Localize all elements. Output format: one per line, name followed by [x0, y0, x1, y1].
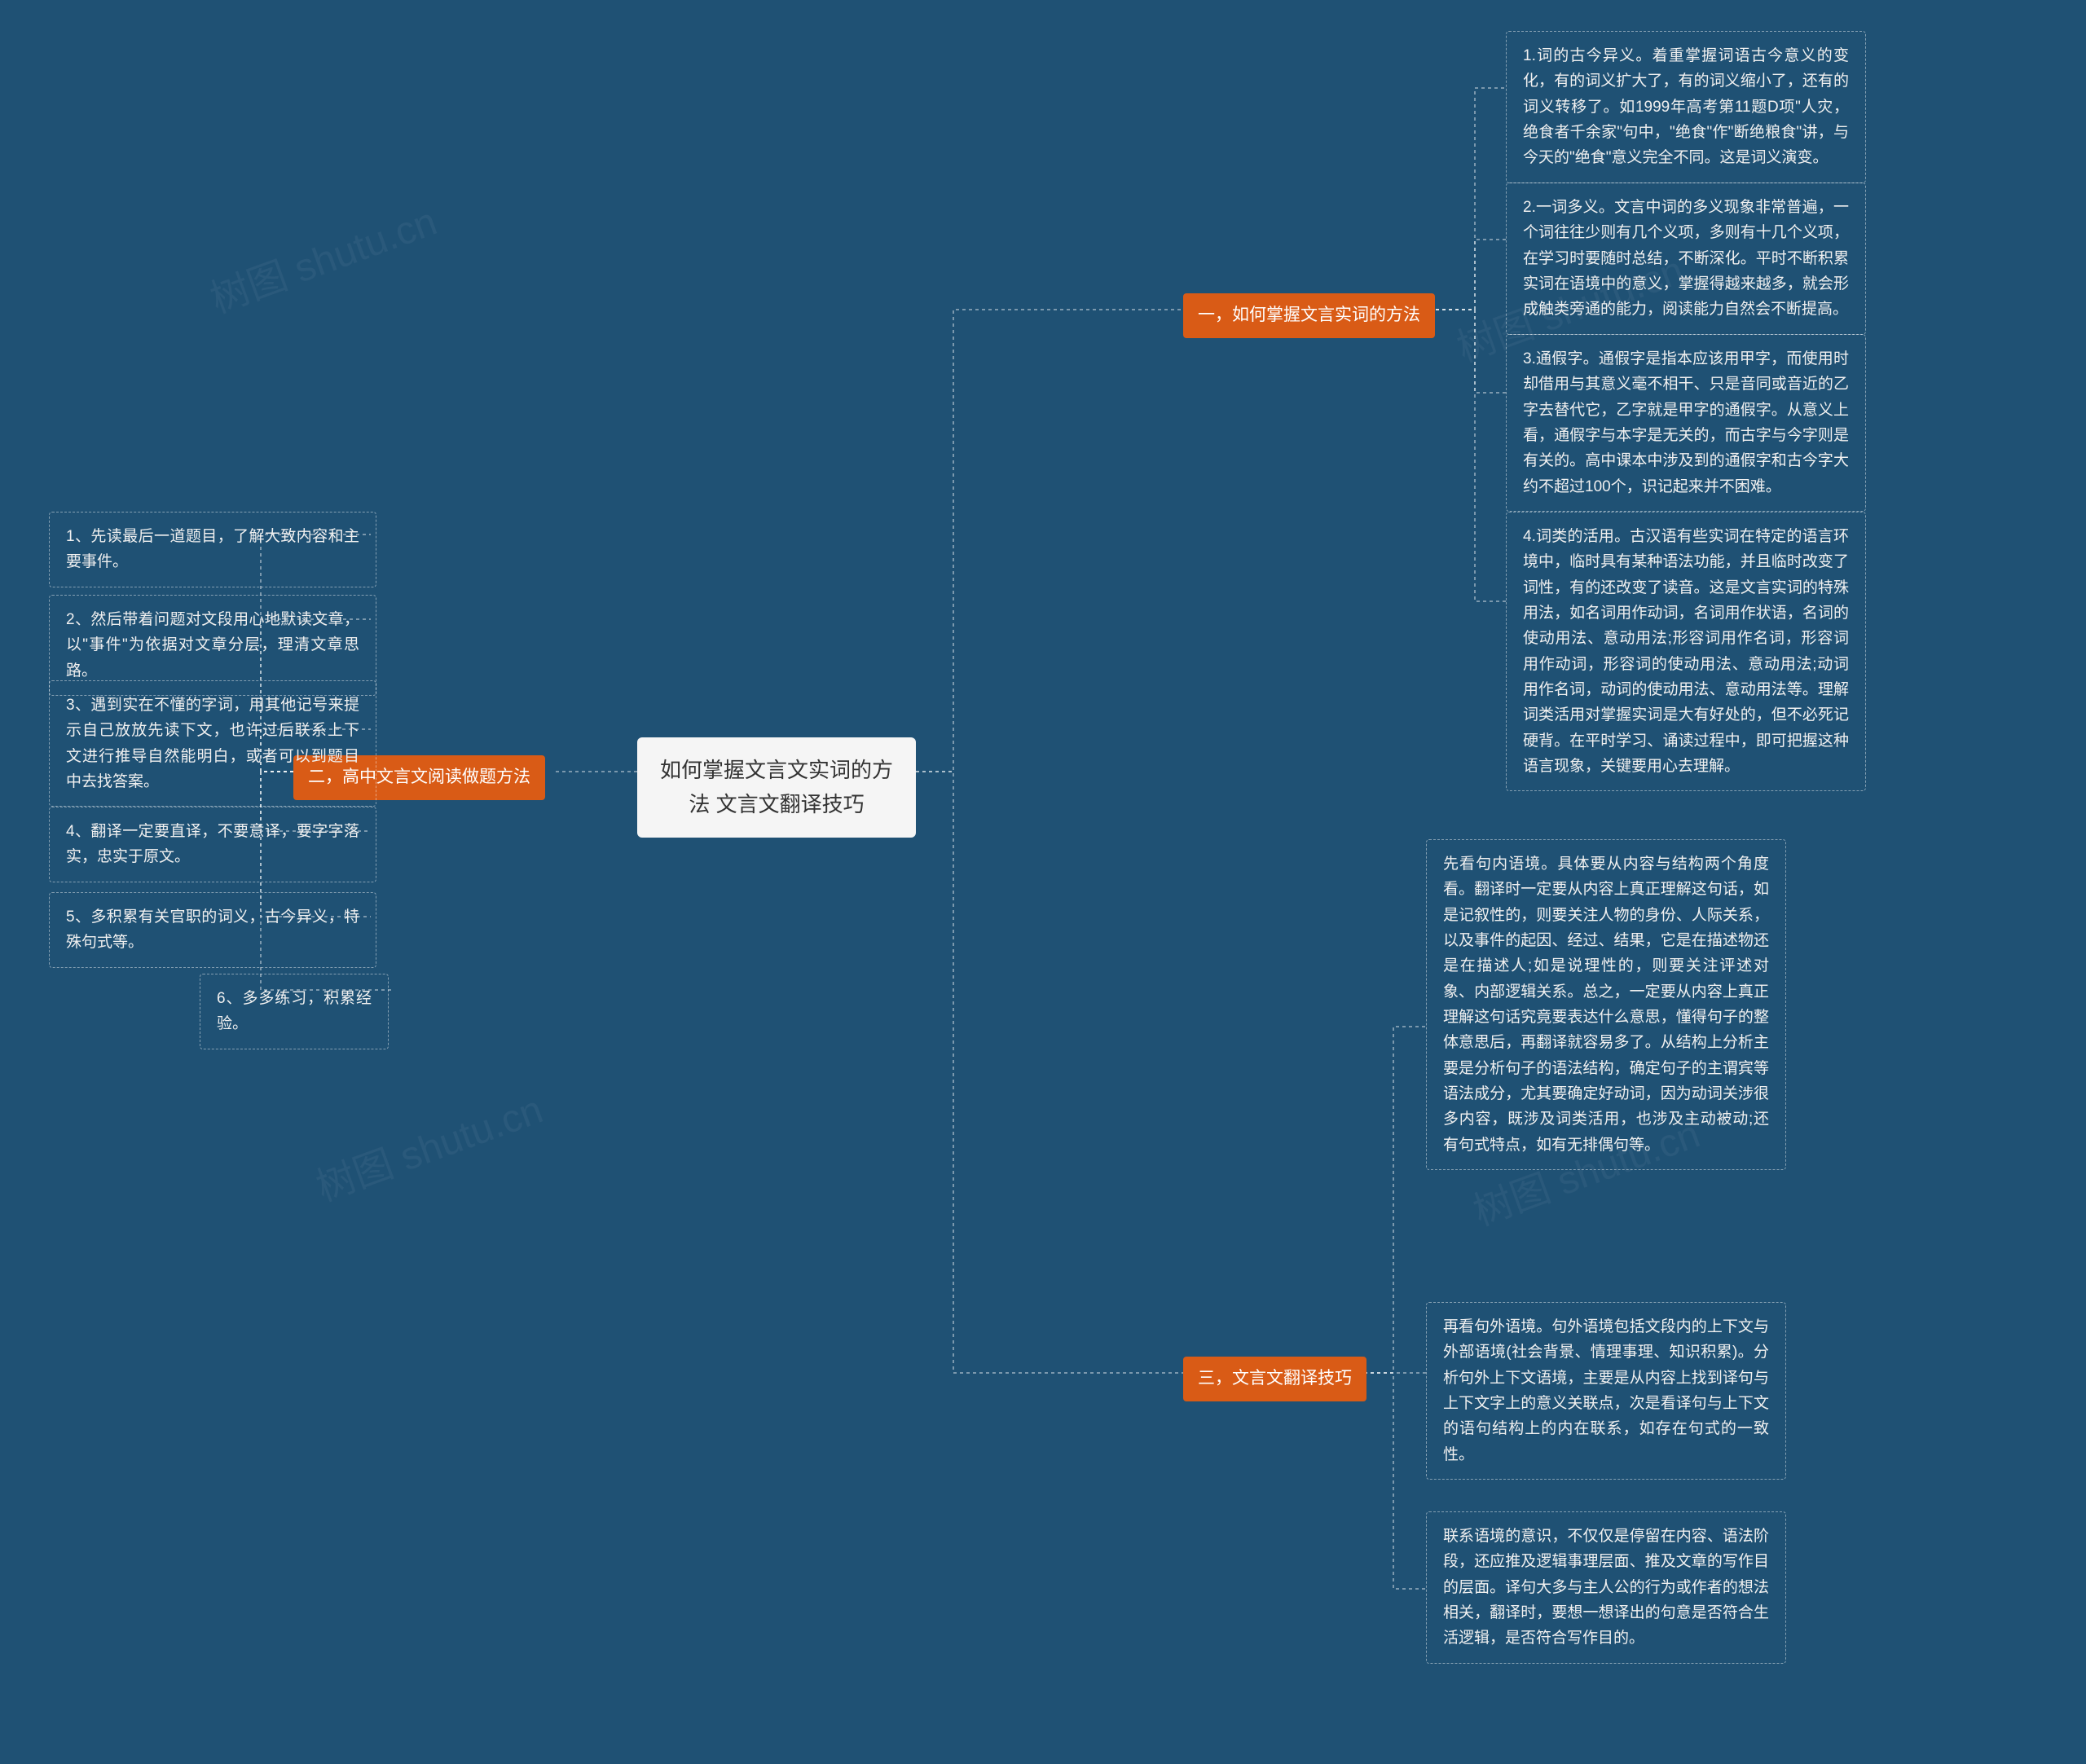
leaf-1-1[interactable]: 1.词的古今异义。着重掌握词语古今意义的变化，有的词义扩大了，有的词义缩小了，还…	[1506, 31, 1866, 183]
leaf-2-5[interactable]: 5、多积累有关官职的词义，古今异义，特殊句式等。	[49, 892, 376, 968]
leaf-2-1[interactable]: 1、先读最后一道题目，了解大致内容和主要事件。	[49, 512, 376, 587]
leaf-3-3[interactable]: 联系语境的意识，不仅仅是停留在内容、语法阶段，还应推及逻辑事理层面、推及文章的写…	[1426, 1511, 1786, 1664]
center-topic[interactable]: 如何掌握文言文实词的方 法 文言文翻译技巧	[637, 737, 916, 838]
branch-3[interactable]: 三，文言文翻译技巧	[1183, 1357, 1366, 1401]
leaf-2-3[interactable]: 3、遇到实在不懂的字词，用其他记号来提示自己放放先读下文，也许过后联系上下文进行…	[49, 680, 376, 807]
center-line1: 如何掌握文言文实词的方	[658, 754, 895, 788]
center-line2: 法 文言文翻译技巧	[658, 788, 895, 822]
branch-1[interactable]: 一，如何掌握文言实词的方法	[1183, 293, 1435, 338]
leaf-3-1[interactable]: 先看句内语境。具体要从内容与结构两个角度看。翻译时一定要从内容上真正理解这句话，…	[1426, 839, 1786, 1170]
watermark: 树图 shutu.cn	[307, 1077, 549, 1212]
leaf-2-4[interactable]: 4、翻译一定要直译，不要意译，要字字落实，忠实于原文。	[49, 807, 376, 882]
leaf-1-3[interactable]: 3.通假字。通假字是指本应该用甲字，而使用时却借用与其意义毫不相干、只是音同或音…	[1506, 334, 1866, 512]
leaf-1-2[interactable]: 2.一词多义。文言中词的多义现象非常普遍，一个词往往少则有几个义项，多则有十几个…	[1506, 183, 1866, 335]
watermark: 树图 shutu.cn	[201, 189, 443, 323]
leaf-3-2[interactable]: 再看句外语境。句外语境包括文段内的上下文与外部语境(社会背景、情理事理、知识积累…	[1426, 1302, 1786, 1480]
leaf-1-4[interactable]: 4.词类的活用。古汉语有些实词在特定的语言环境中，临时具有某种语法功能，并且临时…	[1506, 512, 1866, 791]
leaf-2-6[interactable]: 6、多多练习，积累经验。	[200, 974, 389, 1049]
